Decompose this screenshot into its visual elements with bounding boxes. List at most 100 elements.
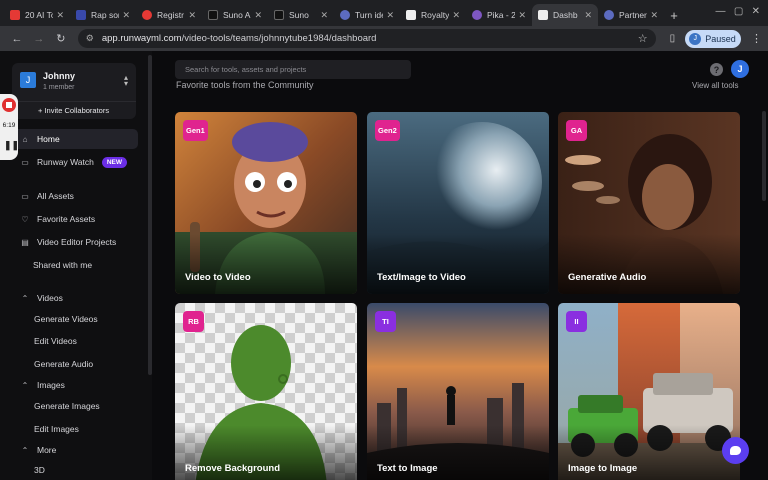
forward-button[interactable]: → (28, 33, 50, 45)
view-all-tools-link[interactable]: View all tools (692, 81, 739, 90)
sidebar-section-images[interactable]: ⌃ Images (12, 375, 138, 395)
browser-menu-icon[interactable]: ⋮ (751, 32, 762, 45)
chevron-up-icon: ⌃ (21, 293, 29, 303)
profile-avatar: J (689, 32, 702, 45)
back-button[interactable]: ← (6, 33, 28, 45)
tool-badge: TI (375, 311, 396, 332)
tool-badge: Gen2 (375, 120, 400, 141)
window-controls[interactable]: — ▢ ✕ (716, 6, 761, 17)
site-icon (142, 10, 152, 20)
tool-badge: Gen1 (183, 120, 208, 141)
sidebar-item-runway-watch[interactable]: ▭ Runway Watch NEW (12, 152, 138, 172)
section-title: Favorite tools from the Community (176, 80, 314, 90)
browser-tab[interactable]: Royalty ✕ (400, 4, 466, 26)
close-icon[interactable]: ✕ (650, 10, 658, 21)
close-icon[interactable]: ✕ (386, 10, 394, 21)
browser-tab[interactable]: Rap son✕ (70, 4, 136, 26)
side-panel-icon[interactable]: ▯ (670, 33, 676, 44)
tiktok-icon (274, 10, 284, 20)
tool-card-text-to-image[interactable]: TI Text to Image (367, 303, 549, 480)
site-icon (340, 10, 350, 20)
pause-record-button[interactable]: ❚❚ (4, 140, 19, 150)
browser-tab-active[interactable]: Dashb ✕ (532, 4, 598, 26)
chat-support-button[interactable] (722, 437, 749, 464)
sidebar-item-video-editor-projects[interactable]: ▤ Video Editor Projects (12, 232, 138, 252)
chevron-up-down-icon: ▴ ▾ (123, 73, 128, 88)
chevron-up-icon: ⌃ (21, 445, 29, 455)
browser-tab[interactable]: Partner ✕ (598, 4, 664, 26)
help-icon[interactable]: ? (710, 63, 723, 76)
sidebar-section-videos[interactable]: ⌃ Videos (12, 288, 138, 308)
browser-tab[interactable]: Registr ✕ (136, 4, 202, 26)
pika-icon (472, 10, 482, 20)
reload-button[interactable]: ↻ (50, 32, 72, 45)
close-icon[interactable]: ✕ (188, 10, 196, 21)
close-icon[interactable]: ✕ (518, 10, 526, 21)
sidebar-item-edit-videos[interactable]: Edit Videos (12, 331, 138, 351)
sidebar-item-favorite-assets[interactable]: ♡ Favorite Assets (12, 209, 138, 229)
new-badge: NEW (101, 156, 128, 168)
bookmark-star-icon[interactable]: ☆ (638, 32, 648, 45)
tool-badge: GA (566, 120, 587, 141)
close-icon[interactable]: ✕ (56, 10, 64, 21)
chat-bubble-icon (730, 446, 741, 455)
record-timer: 6:19 (2, 122, 16, 129)
url-bar[interactable]: ⚙ app.runwayml.com/video-tools/teams/joh… (77, 29, 656, 48)
paused-label: Paused (705, 33, 736, 44)
team-name: Johnny (43, 71, 76, 81)
tool-badge: II (566, 311, 587, 332)
site-info-icon[interactable]: ⚙ (86, 33, 94, 44)
youtube-icon (10, 10, 20, 20)
screen-recorder-widget: 6:19 ❚❚ (0, 94, 19, 160)
sidebar-scrollbar[interactable] (148, 55, 152, 375)
tool-name: Remove Background (185, 463, 281, 474)
close-icon[interactable]: ✕ (320, 10, 328, 21)
browser-tab[interactable]: 20 AI To ✕ (4, 4, 70, 26)
sidebar-section-more[interactable]: ⌃ More (12, 440, 138, 460)
stop-record-button[interactable] (2, 98, 16, 112)
browser-tab[interactable]: Suno AI ✕ (202, 4, 268, 26)
url-host: app.runwayml.com (101, 33, 182, 44)
close-icon[interactable]: ✕ (452, 10, 460, 21)
new-tab-button[interactable]: + (664, 4, 684, 26)
browser-tab[interactable]: Pika - 2 ✕ (466, 4, 532, 26)
suno-icon (208, 10, 218, 20)
tool-card-video-to-video[interactable]: Gen1 Video to Video (175, 112, 357, 294)
tool-card-image-to-image[interactable]: II Image to Image (558, 303, 740, 480)
user-avatar[interactable]: J (731, 60, 749, 78)
search-input[interactable] (175, 60, 411, 79)
film-icon: ▤ (21, 237, 29, 247)
sidebar-item-generate-videos[interactable]: Generate Videos (12, 309, 138, 329)
sidebar-item-generate-images[interactable]: Generate Images (12, 396, 138, 416)
browser-address-bar: ← → ↻ ⚙ app.runwayml.com/video-tools/tea… (0, 26, 768, 51)
sidebar-item-home[interactable]: ⌂ Home (12, 129, 138, 149)
heart-icon: ♡ (21, 214, 29, 224)
tool-card-remove-background[interactable]: RB Remove Background (175, 303, 357, 480)
profile-paused-button[interactable]: J Paused (685, 29, 742, 48)
tool-name: Text/Image to Video (377, 272, 466, 283)
tool-name: Image to Image (568, 463, 638, 474)
main-content: ? J Favorite tools from the Community Vi… (155, 51, 768, 480)
tool-name: Video to Video (185, 272, 251, 283)
tool-name: Text to Image (377, 463, 438, 474)
tool-card-text-image-to-video[interactable]: Gen2 Text/Image to Video (367, 112, 549, 294)
sidebar-item-shared-with-me[interactable]: Shared with me (12, 255, 138, 275)
monitor-icon: ▭ (21, 191, 29, 201)
home-icon: ⌂ (22, 134, 28, 144)
invite-collaborators-button[interactable]: + Invite Collaborators (12, 101, 136, 119)
browser-tab[interactable]: Turn ide ✕ (334, 4, 400, 26)
sidebar-item-generate-audio[interactable]: Generate Audio (12, 354, 138, 374)
main-scrollbar[interactable] (762, 111, 766, 201)
close-icon[interactable]: ✕ (254, 10, 262, 21)
sidebar-item-all-assets[interactable]: ▭ All Assets (12, 186, 138, 206)
tool-card-generative-audio[interactable]: GA Generative Audio (558, 112, 740, 294)
sidebar-item-3d[interactable]: 3D (12, 460, 138, 480)
browser-tab[interactable]: Suno ✕ (268, 4, 334, 26)
sidebar-item-edit-images[interactable]: Edit Images (12, 419, 138, 439)
chevron-up-icon: ⌃ (21, 380, 29, 390)
tool-name: Generative Audio (568, 272, 647, 283)
close-icon[interactable]: ✕ (122, 10, 130, 21)
tool-badge: RB (183, 311, 204, 332)
close-icon[interactable]: ✕ (584, 10, 592, 21)
tv-icon: ▭ (21, 157, 29, 167)
